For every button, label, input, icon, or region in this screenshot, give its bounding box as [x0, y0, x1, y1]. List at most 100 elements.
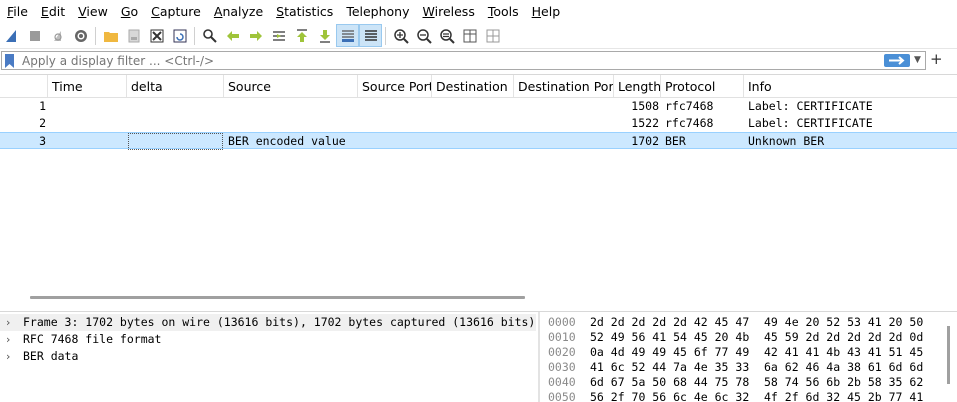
byte-hex-group[interactable]: 0a 4d 49 49 45 6f 77 49: [590, 345, 749, 360]
open-folder-icon[interactable]: [99, 24, 122, 47]
detail-tree-item[interactable]: › BER data: [0, 348, 536, 365]
packet-source: [228, 98, 358, 115]
packet-bytes: 0000 2d 2d 2d 2d 2d 42 45 47 49 4e 20 52 5…: [542, 312, 957, 402]
packet-number: 3: [39, 134, 46, 148]
byte-hex-group[interactable]: 4f 2f 6d 32 45 2b 77 41: [764, 390, 923, 402]
column-header-no[interactable]: [0, 75, 48, 97]
chevron-right-icon[interactable]: ›: [6, 331, 10, 348]
byte-hex-group[interactable]: 6d 67 5a 50 68 44 75 78: [590, 375, 749, 390]
packet-info: Unknown BER: [748, 134, 825, 148]
detail-tree-item[interactable]: › Frame 3: 1702 bytes on wire (13616 bit…: [0, 314, 536, 331]
bookmark-icon[interactable]: [5, 54, 14, 68]
menu-capture[interactable]: Capture: [144, 0, 207, 23]
packet-protocol: rfc7468: [665, 116, 714, 130]
last-packet-icon[interactable]: [313, 24, 336, 47]
chevron-right-icon[interactable]: ›: [6, 314, 10, 331]
byte-hex-group[interactable]: 52 49 56 41 54 45 20 4b: [590, 330, 749, 345]
menu-tools[interactable]: Tools: [481, 0, 525, 23]
column-header-destination-port[interactable]: Destination Port: [514, 75, 614, 97]
menu-statistics[interactable]: Statistics: [269, 0, 339, 23]
column-header-delta[interactable]: delta: [127, 75, 224, 97]
byte-hex-group[interactable]: 58 74 56 6b 2b 58 35 62: [764, 375, 923, 390]
packet-row-selected[interactable]: 3 BER encoded value 1702 BER Unknown BER: [0, 132, 957, 150]
byte-hex-group[interactable]: 42 41 41 4b 43 41 51 45: [764, 345, 923, 360]
resize-columns-icon[interactable]: [458, 24, 481, 47]
packet-list-header: Time delta Source Source Port Destinatio…: [0, 75, 957, 98]
restart-icon[interactable]: [46, 24, 69, 47]
apply-filter-icon[interactable]: [884, 54, 910, 67]
packet-protocol: BER: [665, 134, 686, 148]
packet-protocol: rfc7468: [665, 99, 714, 113]
zoom-in-icon[interactable]: [389, 24, 412, 47]
column-header-source[interactable]: Source: [224, 75, 358, 97]
display-filter-box: ▼: [1, 51, 926, 70]
goto-packet-icon[interactable]: [267, 24, 290, 47]
byte-hex-group[interactable]: 56 2f 70 56 6c 4e 6c 32: [590, 390, 749, 402]
detail-label: BER data: [23, 349, 79, 363]
packet-number: 1: [39, 99, 46, 113]
zoom-out-icon[interactable]: [412, 24, 435, 47]
byte-hex-group[interactable]: 45 59 2d 2d 2d 2d 2d 0d: [764, 330, 923, 345]
packet-length: 1522: [631, 116, 659, 130]
detail-tree-item[interactable]: › RFC 7468 file format: [0, 331, 536, 348]
toolbar-separator: [194, 26, 195, 45]
find-icon[interactable]: [198, 24, 221, 47]
byte-hex-group[interactable]: 41 6c 52 44 7a 4e 35 33: [590, 360, 749, 375]
menu-view[interactable]: View: [71, 0, 114, 23]
forward-arrow-icon[interactable]: [244, 24, 267, 47]
byte-offset: 0030: [548, 360, 576, 374]
menu-analyze[interactable]: Analyze: [207, 0, 269, 23]
chevron-right-icon[interactable]: ›: [6, 348, 10, 365]
byte-hex-group[interactable]: 6a 62 46 4a 38 61 6d 6d: [764, 360, 923, 375]
menu-bar: File Edit View Go Capture Analyze Statistics Te…: [0, 0, 957, 23]
column-header-length[interactable]: Length: [614, 75, 661, 97]
menu-go[interactable]: Go: [114, 0, 144, 23]
byte-offset: 0020: [548, 345, 576, 359]
toolbar-separator: [385, 26, 386, 45]
menu-file[interactable]: File: [0, 0, 34, 23]
packet-list: Time delta Source Source Port Destinatio…: [0, 74, 957, 297]
main-toolbar: [0, 23, 957, 49]
display-filter-input[interactable]: [22, 52, 872, 69]
lower-panes: › Frame 3: 1702 bytes on wire (13616 bit…: [0, 311, 957, 402]
layout-icon[interactable]: [481, 24, 504, 47]
packet-length: 1702: [631, 134, 659, 148]
column-header-destination[interactable]: Destination: [432, 75, 514, 97]
byte-offset: 0010: [548, 330, 576, 344]
first-packet-icon[interactable]: [290, 24, 313, 47]
menu-wireless[interactable]: Wireless: [416, 0, 481, 23]
chevron-down-icon[interactable]: ▼: [914, 55, 921, 65]
toolbar-separator: [95, 26, 96, 45]
packet-info: Label: CERTIFICATE: [748, 99, 873, 113]
add-filter-button[interactable]: +: [930, 50, 943, 68]
column-header-protocol[interactable]: Protocol: [661, 75, 744, 97]
colorize-icon[interactable]: [359, 24, 382, 47]
packet-length: 1508: [631, 99, 659, 113]
autoscroll-icon[interactable]: [336, 24, 359, 47]
byte-hex-group[interactable]: 49 4e 20 52 53 41 20 50: [764, 315, 923, 330]
menu-edit[interactable]: Edit: [34, 0, 71, 23]
reload-icon[interactable]: [168, 24, 191, 47]
stop-icon[interactable]: [23, 24, 46, 47]
horizontal-scrollbar[interactable]: [30, 296, 525, 299]
back-arrow-icon[interactable]: [221, 24, 244, 47]
byte-offset: 0000: [548, 315, 576, 329]
pane-splitter[interactable]: [538, 312, 540, 402]
close-file-icon[interactable]: [145, 24, 168, 47]
detail-label: RFC 7468 file format: [23, 332, 162, 346]
menu-help[interactable]: Help: [525, 0, 567, 23]
column-header-time[interactable]: Time: [48, 75, 127, 97]
column-header-source-port[interactable]: Source Port: [358, 75, 432, 97]
zoom-normal-icon[interactable]: [435, 24, 458, 47]
byte-offset: 0040: [548, 375, 576, 389]
column-header-info[interactable]: Info: [744, 75, 957, 97]
options-gear-icon[interactable]: [69, 24, 92, 47]
save-file-icon[interactable]: [122, 24, 145, 47]
menu-telephony[interactable]: Telephony: [339, 0, 415, 23]
packet-info: Label: CERTIFICATE: [748, 116, 873, 130]
packet-row[interactable]: 1 1508 rfc7468 Label: CERTIFICATE: [0, 98, 957, 115]
packet-row[interactable]: 2 1522 rfc7468 Label: CERTIFICATE: [0, 115, 957, 132]
vertical-scrollbar[interactable]: [947, 326, 950, 384]
byte-hex-group[interactable]: 2d 2d 2d 2d 2d 42 45 47: [590, 315, 749, 330]
shark-fin-start-icon[interactable]: [0, 24, 23, 47]
